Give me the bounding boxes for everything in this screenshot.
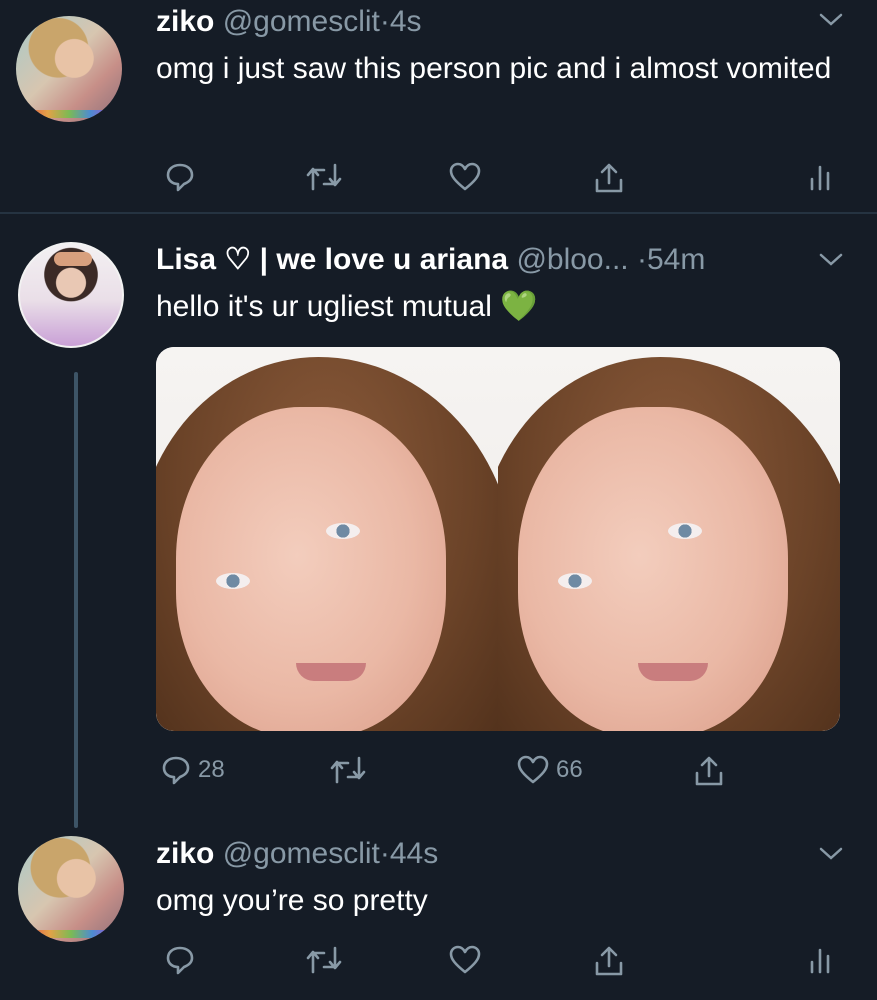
timestamp[interactable]: 4s (390, 5, 422, 38)
tweet-header: Lisa ♡ | we love u ariana @bloo... ·54m (156, 242, 705, 278)
timestamp[interactable]: 44s (390, 837, 438, 870)
share-icon (595, 163, 623, 193)
heart-icon (449, 945, 481, 974)
tweet-actions: 28 66 (156, 754, 836, 788)
reply-button[interactable] (164, 161, 202, 193)
reply-icon (166, 163, 194, 192)
tweet-actions (156, 161, 836, 195)
analytics-icon (810, 948, 830, 974)
chevron-down-icon[interactable] (818, 252, 844, 268)
thread-line (74, 372, 78, 828)
share-button[interactable] (592, 944, 626, 978)
tweet-text: omg you’re so pretty (156, 884, 428, 917)
display-name[interactable]: ziko (156, 5, 214, 38)
retweet-button[interactable] (304, 161, 350, 193)
tweet-text-row: hello it's ur ugliest mutual 💚 (156, 284, 846, 330)
avatar[interactable] (16, 16, 122, 122)
reply-button[interactable] (164, 944, 202, 976)
retweet-button[interactable] (304, 944, 350, 976)
retweet-icon (306, 163, 342, 191)
analytics-button[interactable] (808, 944, 832, 976)
avatar[interactable] (18, 242, 124, 348)
retweet-icon (330, 756, 366, 784)
retweet-button[interactable] (328, 754, 374, 786)
like-button[interactable] (448, 944, 488, 976)
chevron-down-icon[interactable] (818, 846, 844, 862)
display-name[interactable]: ziko (156, 837, 214, 870)
tweet-header: ziko @gomesclit·44s (156, 836, 438, 872)
reply-icon (166, 946, 194, 975)
green-heart-emoji: 💚 (500, 290, 538, 323)
reply-icon (162, 756, 190, 785)
share-icon (695, 756, 723, 786)
retweet-icon (306, 946, 342, 974)
like-button[interactable] (448, 161, 488, 193)
analytics-button[interactable] (808, 161, 832, 193)
avatar[interactable] (18, 836, 124, 942)
share-button[interactable] (592, 161, 626, 195)
handle[interactable]: @gomesclit (223, 837, 380, 870)
like-count: 66 (556, 756, 583, 783)
handle[interactable]: @gomesclit (223, 5, 380, 38)
tweet-3[interactable]: ziko @gomesclit·44s omg you’re so pretty (0, 830, 877, 1000)
timestamp[interactable]: 54m (647, 243, 705, 276)
analytics-icon (810, 165, 830, 191)
like-button[interactable]: 66 (516, 754, 583, 786)
separator-dot: · (379, 5, 390, 38)
tweet-text: hello it's ur ugliest mutual (156, 290, 492, 323)
handle[interactable]: @bloo... (516, 243, 628, 276)
tweet-1[interactable]: ziko @gomesclit·4s omg i just saw this p… (0, 0, 877, 212)
heart-icon (517, 755, 549, 784)
chevron-down-icon[interactable] (818, 12, 844, 28)
reply-count: 28 (198, 756, 225, 783)
separator-dot: · (636, 243, 647, 276)
tweet-actions (156, 944, 836, 978)
reply-button[interactable]: 28 (160, 754, 225, 786)
media-image[interactable] (156, 347, 840, 731)
separator-dot: · (379, 837, 390, 870)
display-name[interactable]: Lisa ♡ | we love u ariana (156, 243, 508, 276)
share-icon (595, 946, 623, 976)
photo-right[interactable] (498, 347, 840, 731)
tweet-header: ziko @gomesclit·4s (156, 4, 422, 40)
heart-icon (449, 162, 481, 191)
photo-left[interactable] (156, 347, 498, 731)
tweet-text: omg i just saw this person pic and i alm… (156, 52, 832, 85)
share-button[interactable] (692, 754, 726, 788)
